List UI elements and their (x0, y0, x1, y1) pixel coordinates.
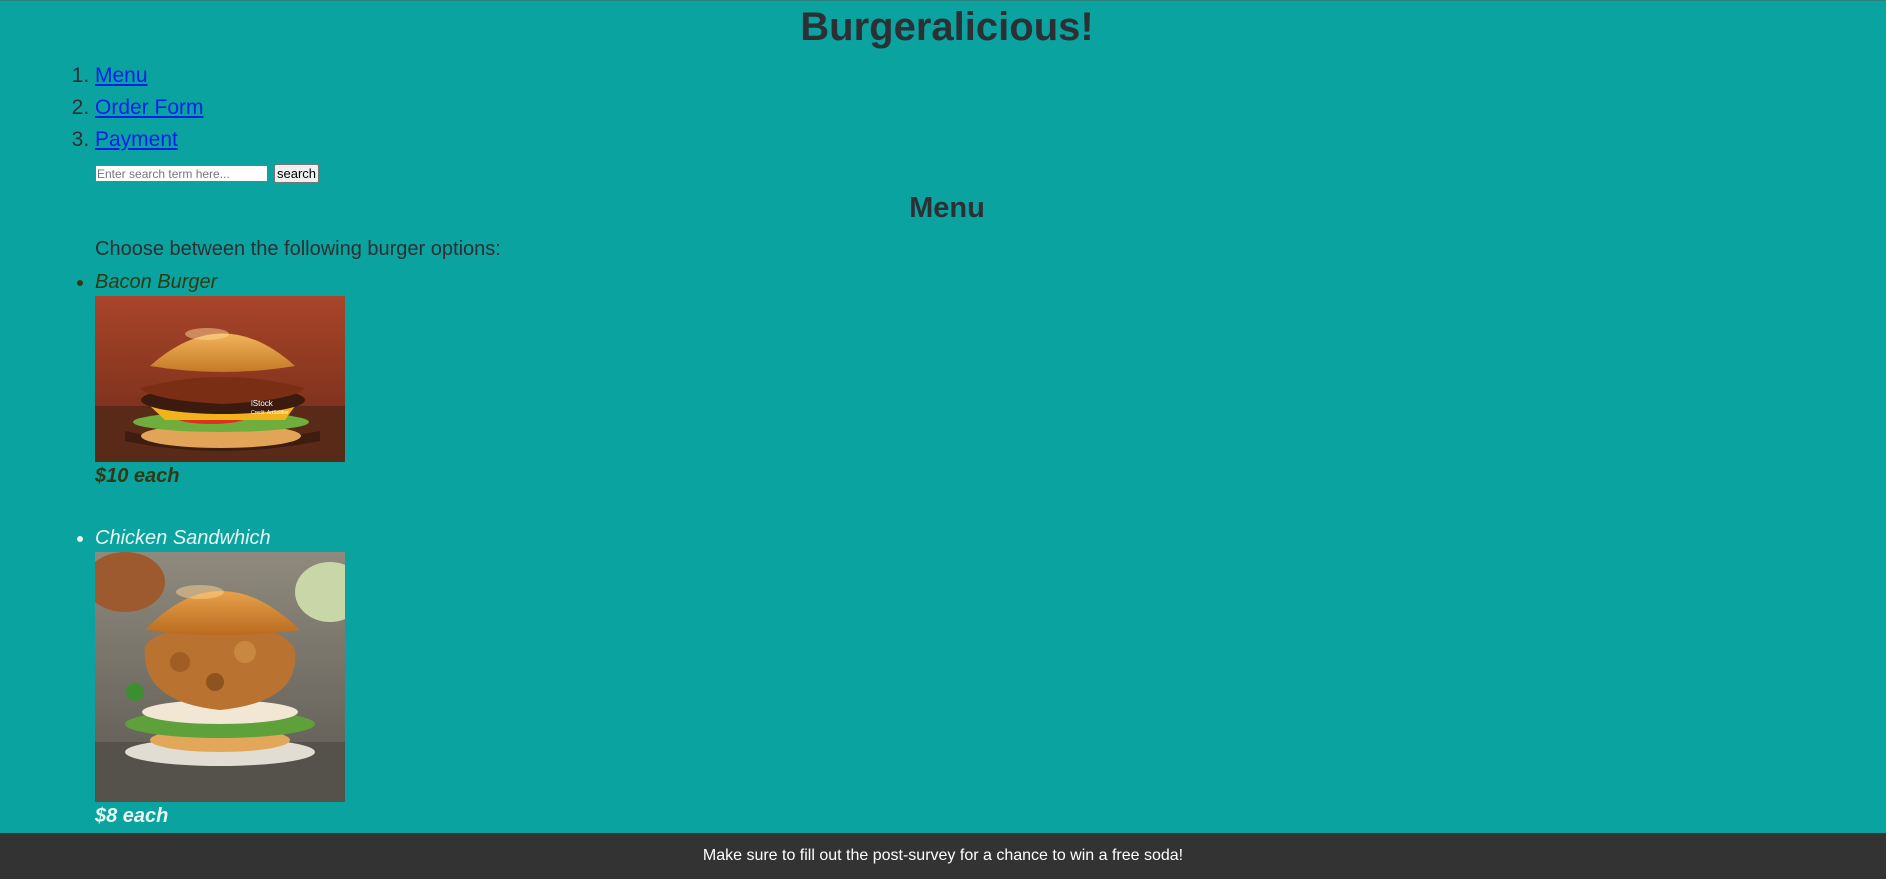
nav-link-payment[interactable]: Payment (95, 128, 178, 151)
nav-item-payment: Payment (95, 124, 204, 156)
page: Burgeralicious! Menu Order Form Payment … (0, 0, 1886, 879)
menu-heading: Menu (909, 192, 985, 224)
photo-watermark: iStock (251, 399, 274, 408)
search-bar: search (95, 164, 320, 183)
menu-list: Bacon Burger (0, 268, 345, 830)
item-name: Bacon Burger (95, 271, 218, 293)
item-price: $10 each (95, 465, 180, 487)
nav-list: Menu Order Form Payment (0, 60, 204, 156)
nav-link-menu[interactable]: Menu (95, 64, 148, 87)
nav-item-order-form: Order Form (95, 92, 204, 124)
item-price: $8 each (95, 805, 169, 827)
item-name: Chicken Sandwhich (95, 527, 271, 549)
photo-credit: Credit: ArtSoldier (251, 410, 289, 416)
site-title: Burgeralicious! (800, 5, 1094, 49)
nav-link-order-form[interactable]: Order Form (95, 96, 204, 119)
nav-item-menu: Menu (95, 60, 204, 92)
search-button[interactable]: search (274, 164, 320, 183)
bacon-burger-image: iStock Credit: ArtSoldier (95, 296, 345, 462)
footer-banner: Make sure to fill out the post-survey fo… (0, 833, 1886, 879)
menu-item-bacon-burger: Bacon Burger (95, 268, 345, 524)
top-border (0, 0, 1886, 1)
menu-intro: Choose between the following burger opti… (95, 238, 501, 260)
menu-item-chicken-sandwhich: Chicken Sandwhich (95, 524, 345, 830)
chicken-sandwhich-image (95, 552, 345, 802)
search-input[interactable] (95, 165, 268, 182)
